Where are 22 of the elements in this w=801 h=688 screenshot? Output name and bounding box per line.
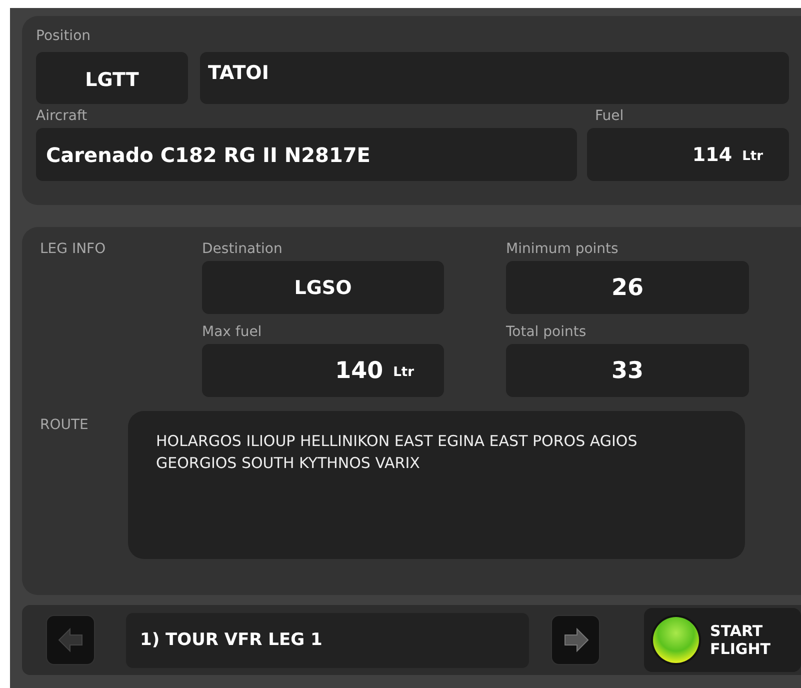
minimum-points-label: Minimum points xyxy=(506,241,620,257)
route-text-area[interactable]: HOLARGOS ILIOUP HELLINIKON EAST EGINA EAST POROS AGIOS GEORGIOS SOUTH KYTHNOS VARIX xyxy=(128,411,745,559)
fuel-label: Fuel xyxy=(594,108,625,124)
total-points-field: 33 xyxy=(506,344,749,397)
airport-name-field[interactable]: TATOI xyxy=(200,52,789,104)
route-label: ROUTE xyxy=(40,417,90,435)
leg-info-label: LEG INFO xyxy=(40,241,107,259)
aircraft-label: Aircraft xyxy=(36,108,88,124)
destination-field: LGSO xyxy=(202,261,444,314)
minimum-points-field: 26 xyxy=(506,261,749,314)
max-fuel-field: 140 Ltr xyxy=(202,344,444,397)
max-fuel-label: Max fuel xyxy=(202,324,263,340)
leg-name-field[interactable]: 1) TOUR VFR LEG 1 xyxy=(126,612,529,668)
icao-field[interactable]: LGTT xyxy=(36,52,188,104)
start-flight-button[interactable]: START FLIGHT xyxy=(644,608,801,672)
fuel-field[interactable]: 114 Ltr xyxy=(587,128,789,181)
status-light-icon xyxy=(650,614,702,666)
destination-label: Destination xyxy=(202,241,284,257)
position-label: Position xyxy=(36,28,92,44)
aircraft-field[interactable]: Carenado C182 RG II N2817E xyxy=(36,128,577,181)
next-button[interactable] xyxy=(550,615,600,665)
total-points-label: Total points xyxy=(506,324,588,340)
